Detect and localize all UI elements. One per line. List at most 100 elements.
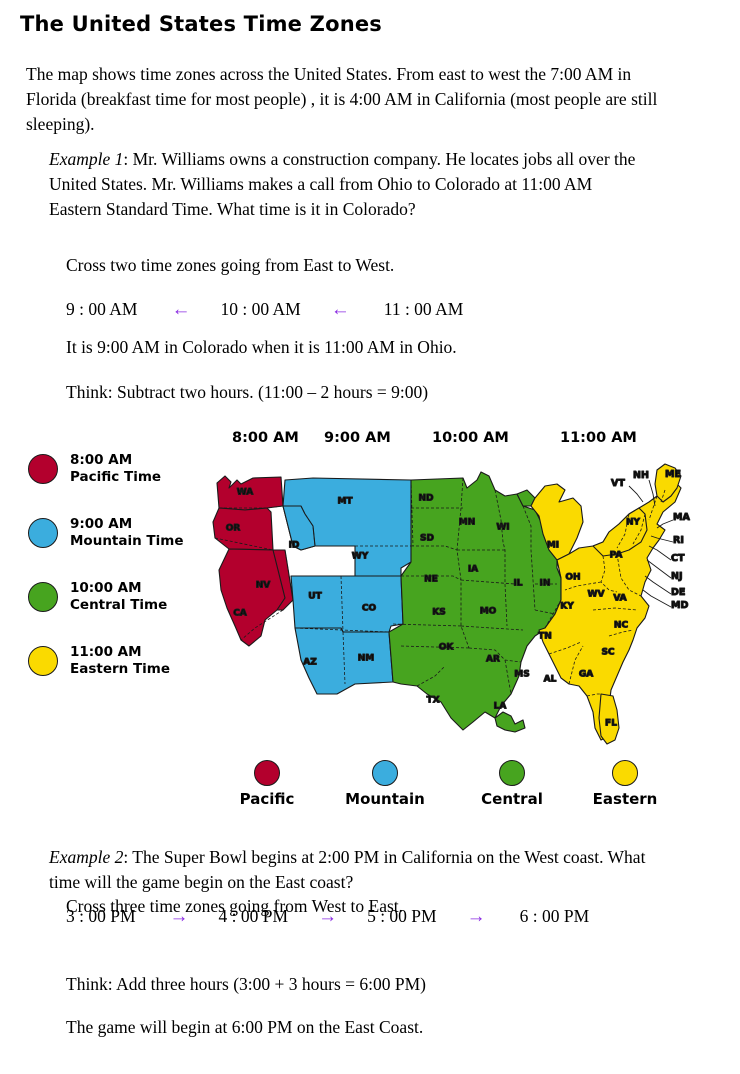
map-time-header-mountain: 9:00 AM bbox=[324, 430, 391, 446]
svg-text:WA: WA bbox=[237, 488, 254, 498]
example2-time-4: 6 : 00 PM bbox=[519, 906, 590, 926]
mountain-dot-icon bbox=[372, 760, 398, 786]
svg-text:SC: SC bbox=[601, 648, 614, 658]
zone-legend-central: Central bbox=[457, 760, 567, 808]
svg-text:OH: OH bbox=[565, 573, 580, 583]
svg-text:WV: WV bbox=[588, 590, 605, 600]
svg-text:OR: OR bbox=[226, 524, 241, 534]
zone-legend-pacific: Pacific bbox=[212, 760, 322, 808]
svg-text:NY: NY bbox=[626, 518, 641, 528]
legend-item-label: 10:00 AM Central Time bbox=[70, 580, 167, 614]
example2-time-3: 5 : 00 PM bbox=[367, 906, 437, 926]
svg-text:KS: KS bbox=[432, 608, 445, 618]
left-arrow-icon: ← bbox=[171, 299, 191, 320]
svg-text:MS: MS bbox=[514, 670, 529, 680]
svg-text:MI: MI bbox=[547, 541, 559, 551]
svg-text:NV: NV bbox=[256, 581, 271, 591]
eastern-dot-icon bbox=[612, 760, 638, 786]
example1-time-3: 11 : 00 AM bbox=[383, 299, 464, 319]
zone-legend-label: Mountain bbox=[345, 790, 425, 808]
svg-text:FL: FL bbox=[605, 719, 617, 729]
svg-text:TN: TN bbox=[538, 632, 552, 642]
legend-zone: Pacific Time bbox=[70, 469, 162, 485]
svg-text:IA: IA bbox=[468, 565, 478, 575]
legend-time: 8:00 AM bbox=[70, 452, 133, 468]
example1-label: Example 1 bbox=[49, 149, 124, 169]
legend-item-label: 8:00 AM Pacific Time bbox=[70, 452, 161, 486]
example1-time-chain: 9 : 00 AM ← 10 : 00 AM ← 11 : 00 AM bbox=[66, 299, 463, 320]
example2-time-2: 4 : 00 PM bbox=[218, 906, 289, 926]
svg-text:MN: MN bbox=[459, 518, 476, 528]
right-arrow-icon: → bbox=[466, 906, 486, 927]
zone-name-legend: Pacific Mountain Central Eastern bbox=[212, 760, 682, 815]
legend-time: 11:00 AM bbox=[70, 644, 142, 660]
eastern-color-dot bbox=[28, 646, 58, 676]
right-arrow-icon: → bbox=[318, 906, 338, 927]
svg-text:ND: ND bbox=[418, 494, 433, 504]
svg-text:NM: NM bbox=[358, 654, 375, 664]
zone-legend-label: Eastern bbox=[592, 790, 658, 808]
legend-zone: Central Time bbox=[70, 597, 168, 613]
svg-text:SD: SD bbox=[420, 534, 434, 544]
svg-text:RI: RI bbox=[673, 535, 684, 546]
legend-item-eastern: 11:00 AM Eastern Time bbox=[28, 629, 208, 693]
map-time-header-pacific: 8:00 AM bbox=[232, 430, 299, 446]
map-time-header-eastern: 11:00 AM bbox=[560, 430, 637, 446]
pacific-color-dot bbox=[28, 454, 58, 484]
pacific-dot-icon bbox=[254, 760, 280, 786]
worksheet-page: The United States Time Zones The map sho… bbox=[0, 0, 740, 1074]
left-arrow-icon: ← bbox=[330, 299, 350, 320]
svg-text:CA: CA bbox=[233, 609, 247, 619]
svg-text:MD: MD bbox=[671, 600, 688, 611]
svg-text:CO: CO bbox=[362, 604, 377, 614]
legend-zone: Mountain Time bbox=[70, 533, 184, 549]
example1-heading: Example 1: Mr. Williams owns a construct… bbox=[49, 147, 649, 222]
legend-item-label: 9:00 AM Mountain Time bbox=[70, 516, 184, 550]
legend-zone: Eastern Time bbox=[70, 661, 171, 677]
page-title: The United States Time Zones bbox=[20, 12, 382, 36]
legend-time: 9:00 AM bbox=[70, 516, 133, 532]
zone-legend-label: Central bbox=[481, 790, 543, 808]
svg-text:MA: MA bbox=[673, 512, 690, 523]
example1-body: : Mr. Williams owns a construction compa… bbox=[49, 149, 636, 219]
legend-item-mountain: 9:00 AM Mountain Time bbox=[28, 501, 208, 565]
svg-text:GA: GA bbox=[579, 670, 593, 680]
svg-text:ME: ME bbox=[665, 469, 681, 480]
example1-cross-line: Cross two time zones going from East to … bbox=[66, 255, 395, 275]
svg-text:AL: AL bbox=[544, 675, 557, 685]
legend-item-pacific: 8:00 AM Pacific Time bbox=[28, 437, 208, 501]
legend-item-label: 11:00 AM Eastern Time bbox=[70, 644, 170, 678]
central-color-dot bbox=[28, 582, 58, 612]
zone-legend-label: Pacific bbox=[239, 790, 295, 808]
svg-text:KY: KY bbox=[560, 602, 574, 612]
map-time-header-central: 10:00 AM bbox=[432, 430, 509, 446]
example2-label: Example 2 bbox=[49, 847, 124, 867]
example2-heading: Example 2: The Super Bowl begins at 2:00… bbox=[49, 845, 659, 895]
svg-text:MT: MT bbox=[337, 497, 353, 507]
right-arrow-icon: → bbox=[169, 906, 189, 927]
example2-time-chain: 3 : 00 PM → 4 : 00 PM → 5 : 00 PM → 6 : … bbox=[66, 906, 589, 927]
intro-paragraph: The map shows time zones across the Unit… bbox=[26, 64, 658, 134]
time-zone-legend: 8:00 AM Pacific Time 9:00 AM Mountain Ti… bbox=[28, 437, 208, 693]
svg-text:WY: WY bbox=[352, 552, 369, 562]
pacific-zone-region bbox=[212, 475, 294, 647]
svg-text:PA: PA bbox=[610, 551, 623, 561]
us-map-svg: WA OR NV CA ID MT WY UT CO AZ NM ND SD N… bbox=[212, 463, 691, 745]
svg-text:ID: ID bbox=[289, 541, 300, 551]
svg-text:MO: MO bbox=[480, 607, 497, 617]
svg-text:VT: VT bbox=[611, 478, 625, 489]
svg-text:NC: NC bbox=[614, 621, 629, 631]
central-dot-icon bbox=[499, 760, 525, 786]
svg-text:DE: DE bbox=[671, 587, 685, 598]
svg-text:AZ: AZ bbox=[303, 658, 317, 668]
example1-time-1: 9 : 00 AM bbox=[66, 299, 138, 319]
example2-think: Think: Add three hours (3:00 + 3 hours =… bbox=[66, 974, 426, 994]
svg-text:NJ: NJ bbox=[671, 571, 683, 582]
svg-text:UT: UT bbox=[308, 592, 322, 602]
svg-text:OK: OK bbox=[439, 643, 455, 653]
svg-text:NE: NE bbox=[424, 575, 438, 585]
zone-legend-eastern: Eastern bbox=[570, 760, 680, 808]
svg-text:VA: VA bbox=[613, 594, 626, 604]
map-time-headers: 8:00 AM 9:00 AM 10:00 AM 11:00 AM bbox=[212, 430, 682, 450]
example2-time-1: 3 : 00 PM bbox=[66, 906, 136, 926]
